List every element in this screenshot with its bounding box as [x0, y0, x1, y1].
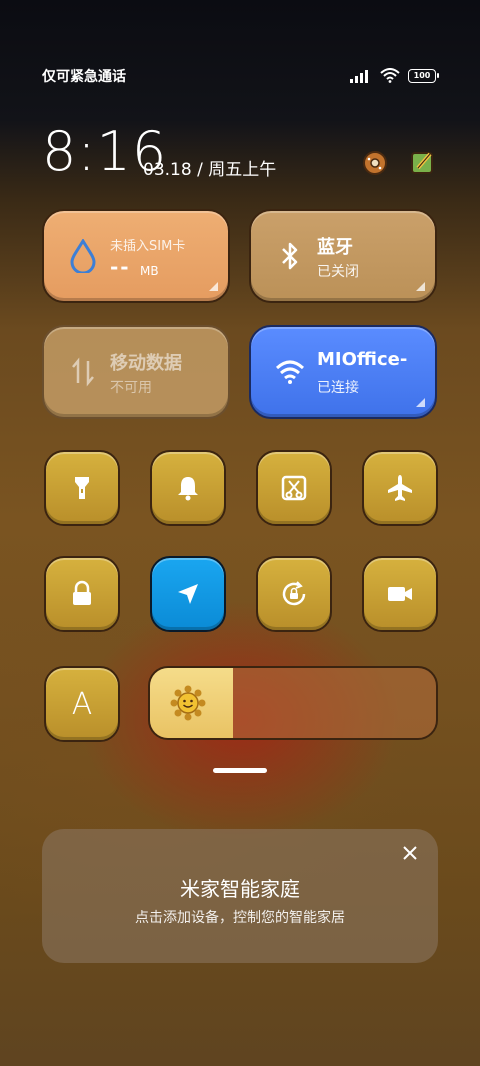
mobile-data-status: 不可用 [110, 380, 152, 396]
location-toggle[interactable] [150, 556, 226, 632]
flashlight-icon [75, 477, 89, 499]
close-icon[interactable] [400, 843, 420, 863]
reading-mode-toggle[interactable]: A [44, 666, 120, 742]
status-icons: 100 [350, 68, 439, 83]
data-usage-value: -- [110, 255, 131, 279]
expand-corner-icon [416, 282, 425, 291]
bell-icon [178, 477, 198, 501]
wifi-tile[interactable]: MIOffice- 已连接 [249, 325, 437, 419]
flashlight-toggle[interactable] [44, 450, 120, 526]
video-camera-icon [388, 587, 412, 601]
wifi-status: 已连接 [317, 380, 359, 396]
battery-indicator: 100 [408, 68, 439, 83]
smart-home-subtitle: 点击添加设备，控制您的智能家居 [135, 910, 345, 926]
home-handle[interactable] [213, 768, 267, 773]
data-usage-label: 未插入SIM卡 [110, 239, 186, 254]
location-icon [178, 584, 198, 604]
donut-icon[interactable] [362, 150, 388, 176]
date-text: 03.18 / 周五上午 [143, 160, 277, 180]
mobile-data-icon [66, 355, 100, 389]
wifi-network-name: MIOffice- [317, 349, 408, 370]
lock-icon [73, 580, 91, 605]
mobile-data-tile[interactable]: 移动数据 不可用 [42, 325, 230, 419]
rotation-lock-toggle[interactable] [256, 556, 332, 632]
bluetooth-icon [273, 239, 307, 273]
rotation-lock-icon [282, 581, 306, 606]
smart-home-title: 米家智能家庭 [180, 877, 300, 901]
wifi-status-icon [380, 68, 400, 83]
screenshot-icon [281, 475, 307, 501]
screen-record-toggle[interactable] [362, 556, 438, 632]
reading-mode-label: A [71, 686, 93, 722]
airplane-toggle[interactable] [362, 450, 438, 526]
mute-toggle[interactable] [150, 450, 226, 526]
brightness-slider[interactable] [148, 666, 438, 740]
wifi-icon [273, 355, 307, 389]
screenshot-toggle[interactable] [256, 450, 332, 526]
mobile-data-label: 移动数据 [110, 353, 182, 374]
status-carrier-text: 仅可紧急通话 [42, 69, 126, 85]
expand-corner-icon [209, 282, 218, 291]
signal-icon [350, 69, 368, 83]
airplane-icon [388, 475, 412, 501]
water-drop-icon [66, 239, 100, 273]
expand-corner-icon [416, 398, 425, 407]
bluetooth-tile[interactable]: 蓝牙 已关闭 [249, 209, 437, 303]
lock-screen-toggle[interactable] [44, 556, 120, 632]
smart-home-card[interactable]: 米家智能家庭 点击添加设备，控制您的智能家居 [42, 829, 438, 963]
data-usage-unit: MB [140, 264, 159, 278]
data-usage-tile[interactable]: 未插入SIM卡 -- MB [42, 209, 230, 303]
settings-edit-icon[interactable] [410, 150, 436, 176]
sun-icon [170, 685, 206, 721]
bluetooth-status: 已关闭 [317, 264, 359, 280]
bluetooth-label: 蓝牙 [317, 237, 353, 258]
